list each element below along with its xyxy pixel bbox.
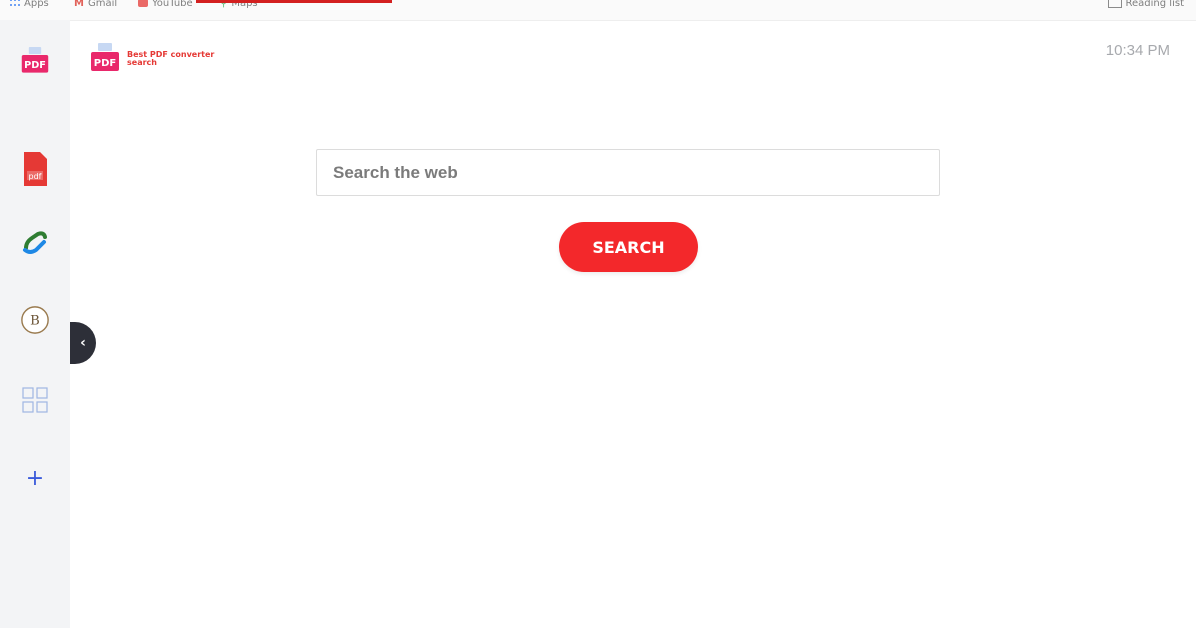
apps-grid-icon xyxy=(10,0,20,7)
search-input[interactable] xyxy=(316,149,940,196)
bookmarks-bar: Apps M Gmail YouTube ⚲ Maps Reading list xyxy=(0,0,1196,21)
bookmark-apps[interactable]: Apps xyxy=(10,0,49,9)
bitcoin-icon: B xyxy=(21,306,49,334)
pdf-logo-icon: PDF xyxy=(91,43,119,71)
sidebar-item-bitcoin[interactable]: B xyxy=(20,304,50,336)
brand-name: Best PDF converter search xyxy=(127,51,227,67)
sidebar-item-link[interactable] xyxy=(20,227,50,259)
sidebar-collapse-button[interactable]: ‹ xyxy=(70,322,96,364)
bookmark-gmail[interactable]: M Gmail xyxy=(74,0,117,9)
reading-list-button[interactable]: Reading list xyxy=(1107,0,1184,9)
bookmark-label: Apps xyxy=(24,0,49,9)
brand-logo[interactable]: PDF Best PDF converter search xyxy=(89,42,227,76)
reading-list-icon xyxy=(1107,0,1122,8)
add-shortcut-button[interactable]: + xyxy=(20,462,50,494)
pdf-logo-icon: PDF xyxy=(21,47,49,73)
brand-name-line2: search xyxy=(127,58,157,67)
gmail-icon: M xyxy=(74,0,84,9)
youtube-icon xyxy=(138,0,148,7)
pdf-file-icon: pdf xyxy=(24,152,47,186)
bookmark-youtube[interactable]: YouTube xyxy=(138,0,193,9)
search-button[interactable]: SEARCH xyxy=(559,222,698,272)
svg-text:pdf: pdf xyxy=(29,172,42,181)
svg-text:PDF: PDF xyxy=(94,58,116,69)
apps-grid-icon xyxy=(22,387,48,413)
sidebar-item-pdf-logo[interactable]: PDF xyxy=(20,46,50,78)
sidebar: PDF pdf B + xyxy=(0,20,70,628)
reading-list-label: Reading list xyxy=(1125,0,1184,9)
active-tab-indicator xyxy=(196,0,392,3)
sidebar-item-pdf-file[interactable]: pdf xyxy=(20,152,50,186)
clock: 10:34 PM xyxy=(1105,42,1170,59)
link-icon xyxy=(23,231,47,254)
chevron-left-icon: ‹ xyxy=(80,335,86,351)
svg-text:PDF: PDF xyxy=(24,60,46,71)
svg-text:B: B xyxy=(30,314,40,329)
bookmark-label: YouTube xyxy=(152,0,193,9)
plus-icon: + xyxy=(25,465,45,491)
bookmark-label: Gmail xyxy=(87,0,118,9)
sidebar-item-apps[interactable] xyxy=(20,384,50,416)
